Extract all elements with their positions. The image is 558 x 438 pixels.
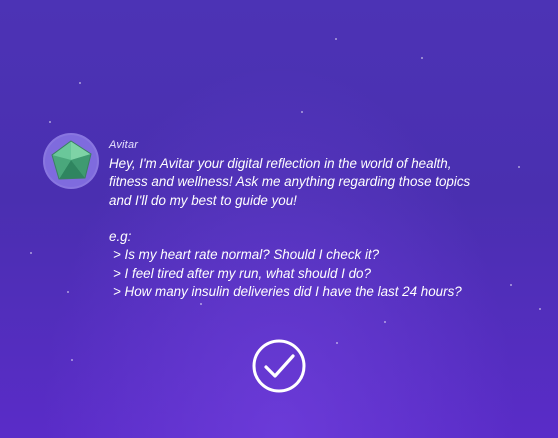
star-dot: [510, 284, 512, 286]
example-prompt[interactable]: > I feel tired after my run, what should…: [109, 265, 462, 283]
message-line: and I'll do my best to guide you!: [109, 192, 297, 208]
message-line: fitness and wellness! Ask me anything re…: [109, 174, 471, 190]
star-dot: [335, 38, 337, 40]
check-circle-icon: [252, 339, 306, 393]
example-prompts: e.g: > Is my heart rate normal? Should I…: [109, 228, 462, 301]
assistant-message: Hey, I'm Avitar your digital reflection …: [109, 155, 539, 210]
star-dot: [336, 342, 338, 344]
sender-name: Avitar: [109, 139, 139, 151]
star-dot: [200, 303, 202, 305]
star-dot: [79, 82, 81, 84]
example-prompt[interactable]: > Is my heart rate normal? Should I chec…: [109, 246, 462, 264]
star-dot: [67, 291, 69, 293]
example-prompt[interactable]: > How many insulin deliveries did I have…: [109, 283, 462, 301]
star-dot: [71, 359, 73, 361]
examples-label: e.g:: [109, 229, 132, 244]
star-dot: [384, 321, 386, 323]
star-dot: [30, 252, 32, 254]
star-dot: [421, 57, 423, 59]
confirm-button[interactable]: [251, 338, 307, 394]
star-dot: [301, 111, 303, 113]
avatar: [43, 133, 99, 189]
star-dot: [539, 308, 541, 310]
star-dot: [49, 121, 51, 123]
pentagon-gem-avatar-icon: [51, 140, 92, 180]
message-line: Hey, I'm Avitar your digital reflection …: [109, 156, 452, 171]
